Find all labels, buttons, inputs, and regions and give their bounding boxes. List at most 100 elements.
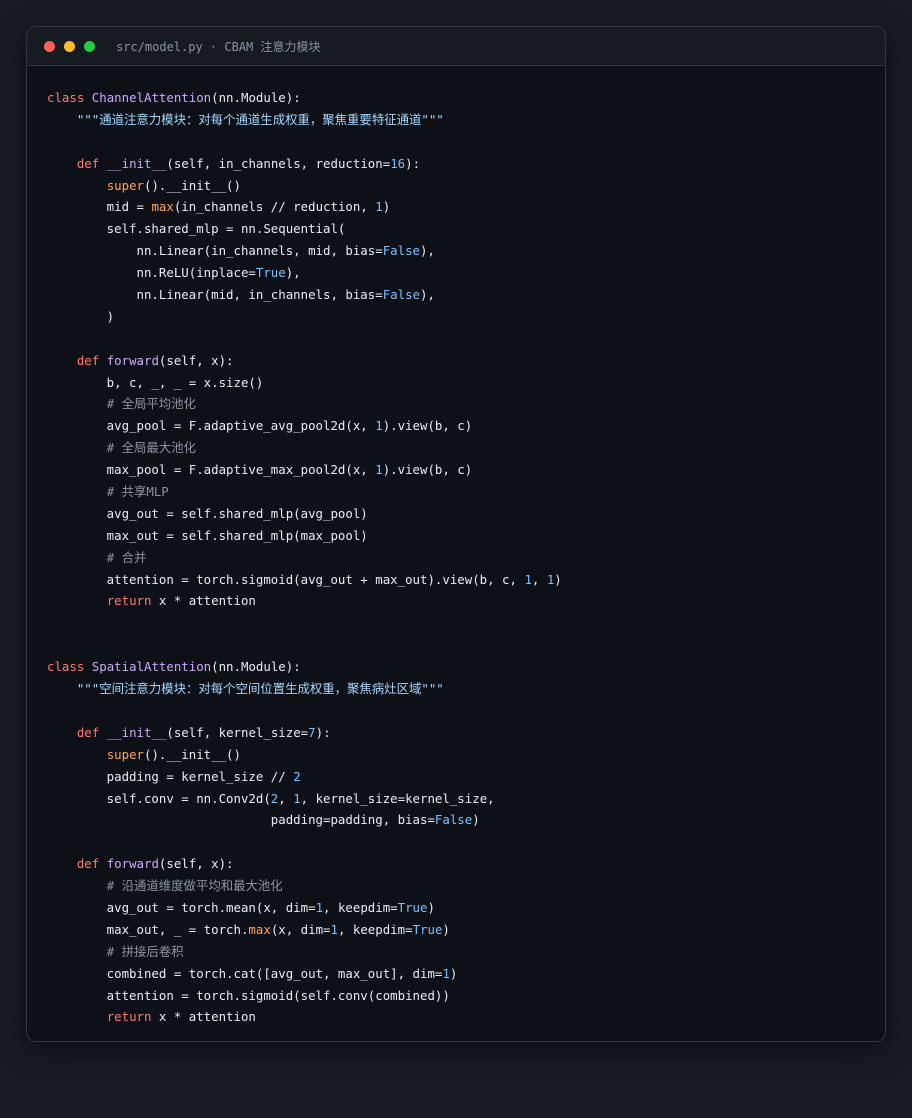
code-editor[interactable]: class ChannelAttention(nn.Module): """通道… [27, 66, 885, 1028]
keyword-token: class [47, 659, 85, 675]
code-text: attention = torch.sigmoid(avg_out + max_… [47, 571, 525, 587]
keyword-token: def [76, 724, 100, 740]
function-name-token: forward [106, 856, 159, 872]
code-text: ), [285, 265, 301, 281]
comment-token: # 沿通道维度做平均和最大池化 [106, 878, 283, 894]
code-text: ) [442, 921, 450, 937]
code-text: nn.Linear(in_channels, mid, bias= [47, 243, 383, 259]
code-text: (nn.Module): [211, 659, 301, 675]
minimize-button[interactable] [64, 40, 75, 52]
constant-token: True [412, 921, 443, 937]
code-text: ) [382, 199, 391, 215]
number-token: 2 [293, 768, 301, 784]
code-line: max_pool = F.adaptive_max_pool2d(x, 1).v… [47, 459, 865, 481]
keyword-token: return [106, 593, 152, 609]
code-text: combined = torch.cat([avg_out, max_out],… [47, 965, 443, 981]
code-line: super().__init__() [47, 744, 865, 766]
function-name-token: forward [106, 352, 159, 368]
number-token: 1 [375, 199, 383, 215]
code-text: avg_out = self.shared_mlp(avg_pool) [47, 505, 368, 521]
code-text: padding = kernel_size // [47, 768, 294, 784]
code-line: padding=padding, bias=False) [47, 809, 865, 831]
code-text: ): [315, 724, 331, 740]
code-line: def __init__(self, kernel_size=7): [47, 722, 865, 744]
code-text: max_out, _ = torch. [47, 921, 249, 937]
code-text: (nn.Module): [211, 90, 301, 105]
title-bar: src/model.py · CBAM 注意力模块 [27, 27, 885, 66]
code-text: max_out = self.shared_mlp(max_pool) [47, 527, 368, 543]
constant-token: False [382, 243, 421, 259]
code-line: combined = torch.cat([avg_out, max_out],… [47, 963, 865, 985]
code-line: ) [47, 306, 865, 328]
keyword-token: def [76, 856, 100, 872]
function-name-token: __init__ [106, 724, 167, 740]
code-text: mid = [47, 199, 152, 215]
number-token: 1 [330, 921, 338, 937]
number-token: 1 [315, 899, 324, 915]
docstring-token: """空间注意力模块：对每个空间位置生成权重，聚焦病灶区域""" [76, 681, 444, 697]
code-text: ), [420, 287, 435, 303]
code-line: mid = max(in_channels // reduction, 1) [47, 196, 865, 218]
code-text: padding=padding, bias= [47, 812, 435, 828]
close-button[interactable] [44, 40, 55, 52]
code-text: , kernel_size=kernel_size, [300, 790, 495, 806]
code-text: (in_channels // reduction, [173, 199, 376, 215]
code-text: avg_out = torch.mean(x, dim= [47, 899, 316, 915]
number-token: 1 [524, 571, 532, 587]
code-line: def forward(self, x): [47, 350, 865, 372]
code-text: ) [47, 308, 115, 324]
code-text: , [531, 571, 547, 587]
code-text: x * attention [151, 593, 256, 609]
keyword-token: class [47, 90, 85, 105]
code-line: self.conv = nn.Conv2d(2, 1, kernel_size=… [47, 788, 865, 810]
code-line: b, c, _, _ = x.size() [47, 372, 865, 394]
code-line: attention = torch.sigmoid(self.conv(comb… [47, 985, 865, 1007]
code-text: ): [405, 155, 421, 171]
builtin-token: super [106, 746, 144, 762]
code-text: ) [427, 899, 435, 915]
code-text: (self, in_channels, reduction= [166, 155, 391, 171]
code-line: return x * attention [47, 590, 865, 612]
code-text: (self, x): [158, 856, 234, 872]
code-line: nn.Linear(mid, in_channels, bias=False), [47, 284, 865, 306]
keyword-token: return [106, 1009, 152, 1025]
code-text: , [278, 790, 294, 806]
code-line: class ChannelAttention(nn.Module): [47, 87, 865, 109]
comment-token: # 全局平均池化 [106, 396, 196, 412]
code-text: x * attention [151, 1009, 256, 1025]
code-text: , keepdim= [337, 921, 413, 937]
builtin-token: max [248, 921, 271, 937]
code-line: self.shared_mlp = nn.Sequential( [47, 218, 865, 240]
code-line: avg_out = self.shared_mlp(avg_pool) [47, 503, 865, 525]
number-token: 1 [375, 418, 383, 434]
code-line: max_out, _ = torch.max(x, dim=1, keepdim… [47, 919, 865, 941]
builtin-token: super [106, 177, 144, 193]
code-line: # 沿通道维度做平均和最大池化 [47, 875, 865, 897]
code-text: nn.ReLU(inplace= [47, 265, 256, 281]
maximize-button[interactable] [84, 40, 95, 52]
window-title: src/model.py · CBAM 注意力模块 [116, 39, 321, 54]
code-text: avg_pool = F.adaptive_avg_pool2d(x, [47, 418, 376, 434]
code-text: (x, dim= [270, 921, 331, 937]
code-text: self.conv = nn.Conv2d( [47, 790, 271, 806]
function-name-token: __init__ [106, 155, 167, 171]
code-line: # 全局最大池化 [47, 437, 865, 459]
constant-token: False [382, 287, 421, 303]
comment-token: # 合并 [106, 549, 147, 565]
code-line: padding = kernel_size // 2 [47, 766, 865, 788]
code-text: (self, x): [158, 352, 234, 368]
